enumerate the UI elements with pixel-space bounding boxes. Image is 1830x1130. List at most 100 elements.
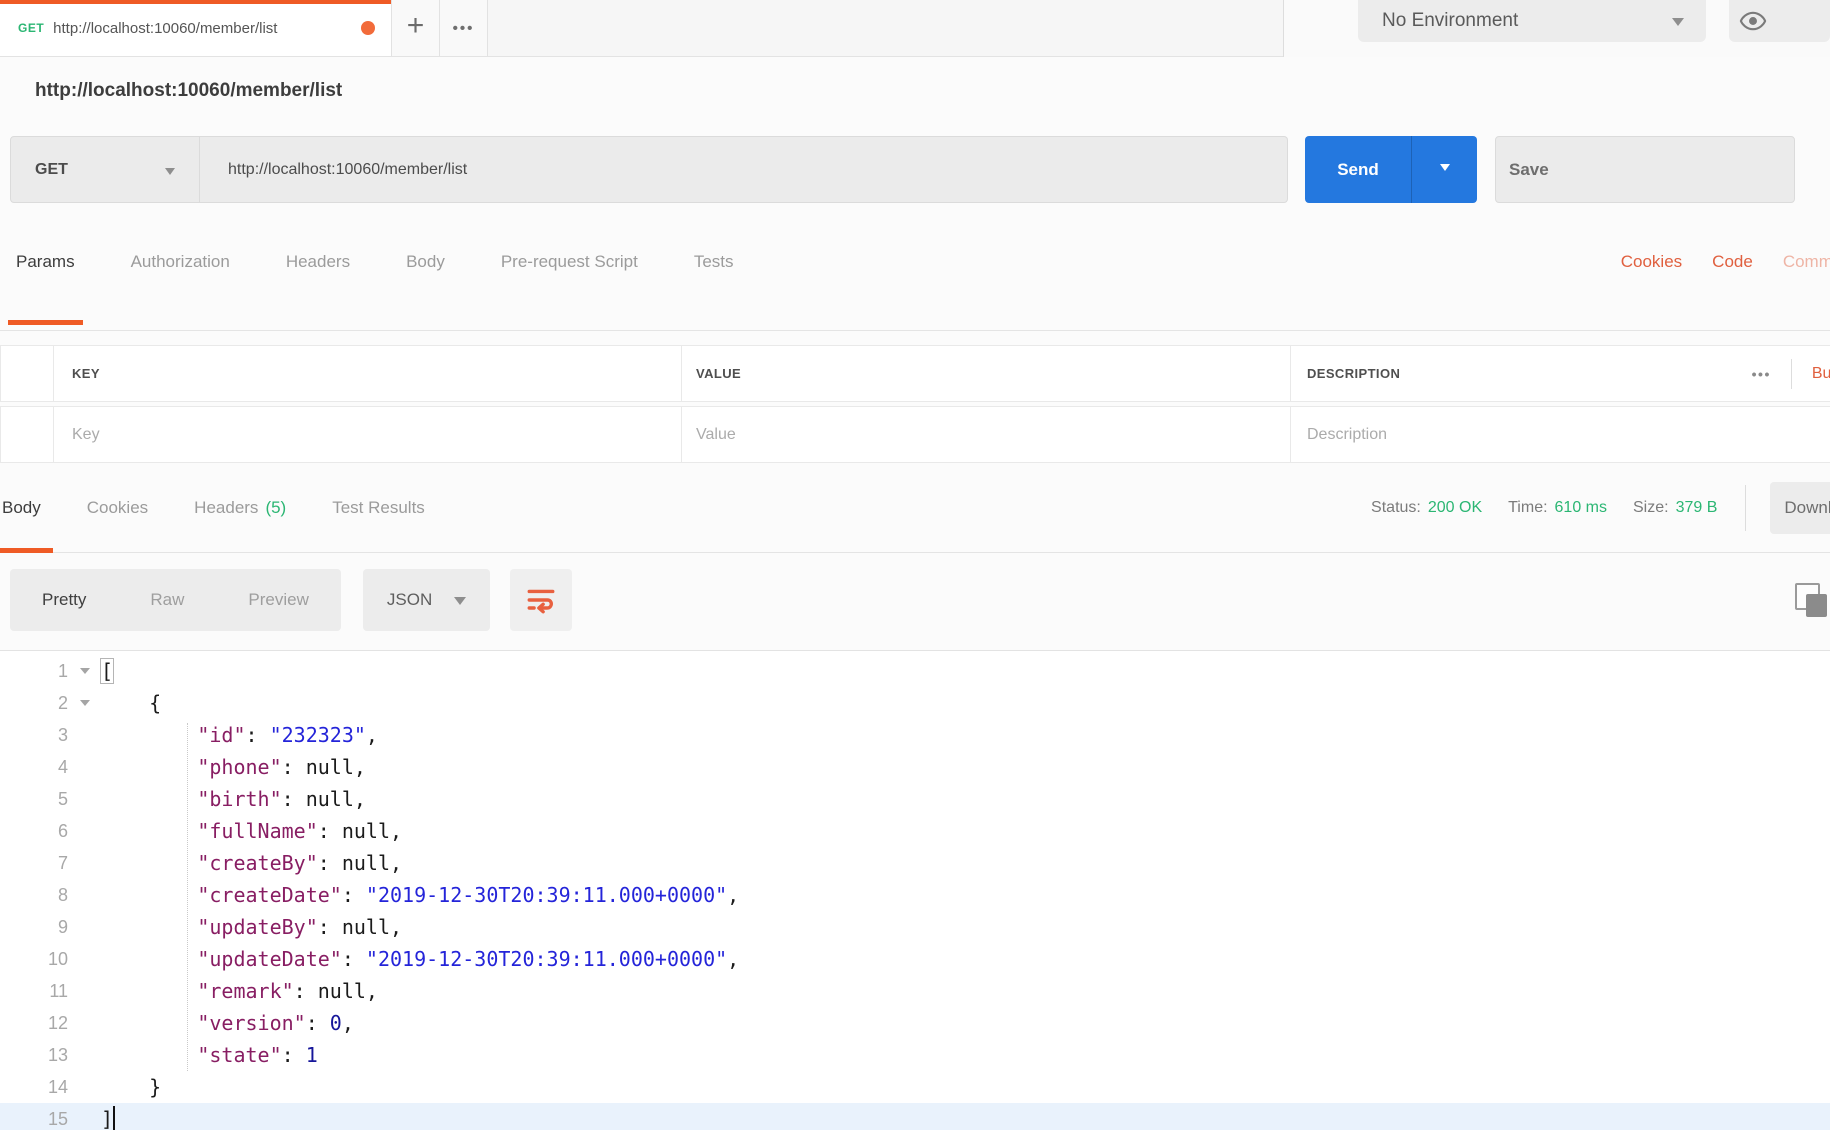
mode-raw[interactable]: Raw <box>118 590 216 610</box>
tab-tests[interactable]: Tests <box>694 252 734 325</box>
tab-headers[interactable]: Headers <box>286 252 350 325</box>
status-label: Status: <box>1371 498 1421 516</box>
send-button[interactable]: Send <box>1305 136 1477 203</box>
response-body-editor[interactable]: 1[2 {3 "id": "232323", 4 "phone": null, 5 … <box>0 650 1830 1130</box>
tab-url-label: http://localhost:10060/member/list <box>53 19 278 37</box>
code-text: "updateDate": "2019-12-30T20:39:11.000+0… <box>197 947 740 971</box>
code-line: 11 "remark": null, <box>0 975 1830 1007</box>
line-number: 12 <box>47 1013 68 1033</box>
code-text: "phone": null, <box>197 755 366 779</box>
status-value: 200 OK <box>1427 498 1483 516</box>
code-text: "id": "232323", <box>197 723 378 747</box>
params-header-row: KEY VALUE DESCRIPTION ••• Bulk Edit <box>0 345 1830 402</box>
request-tabs: Params Authorization Headers Body Pre-re… <box>0 203 1830 331</box>
line-number: 5 <box>57 789 68 809</box>
code-text: "createBy": null, <box>197 851 403 875</box>
tab-pre-request-script[interactable]: Pre-request Script <box>501 252 638 325</box>
fold-gutter <box>68 975 101 1007</box>
view-mode-group: Pretty Raw Preview <box>10 569 341 631</box>
bulk-edit-link[interactable]: Bulk Edit <box>1812 365 1830 383</box>
environment-preview-button[interactable] <box>1729 0 1830 42</box>
wrap-text-button[interactable] <box>510 569 573 631</box>
code-line: 9 "updateBy": null, <box>0 911 1830 943</box>
download-button[interactable]: Download <box>1770 481 1830 534</box>
chevron-down-icon <box>1672 17 1685 32</box>
code-line: 14 } <box>0 1071 1830 1103</box>
fold-caret-icon <box>79 668 90 679</box>
tab-authorization[interactable]: Authorization <box>131 252 230 325</box>
chevron-down-icon <box>165 167 175 180</box>
code-text: [ <box>101 659 114 683</box>
code-line: 10 "updateDate": "2019-12-30T20:39:11.00… <box>0 943 1830 975</box>
fold-gutter <box>68 1007 101 1039</box>
tab-body[interactable]: Body <box>406 252 445 325</box>
mode-preview[interactable]: Preview <box>216 590 340 610</box>
code-text: "fullName": null, <box>197 819 403 843</box>
unsaved-dot-icon <box>361 21 375 35</box>
line-number: 10 <box>47 949 68 969</box>
description-input[interactable] <box>1307 425 1804 444</box>
divider <box>1790 358 1792 389</box>
indent-guide <box>187 723 188 1071</box>
request-tab[interactable]: GET http://localhost:10060/member/list <box>0 0 392 56</box>
row-handle-cell[interactable] <box>0 406 54 463</box>
code-line: 5 "birth": null, <box>0 783 1830 815</box>
fold-toggle[interactable] <box>68 655 101 687</box>
description-column-header: DESCRIPTION <box>1307 366 1401 381</box>
code-link[interactable]: Code <box>1712 252 1753 272</box>
code-line: 8 "createDate": "2019-12-30T20:39:11.000… <box>0 879 1830 911</box>
fold-gutter <box>68 879 101 911</box>
ellipsis-icon: ••• <box>452 19 475 37</box>
method-select[interactable]: GET <box>10 136 200 203</box>
time-label: Time: <box>1508 498 1548 516</box>
fold-gutter <box>68 719 101 751</box>
environment-select[interactable]: No Environment <box>1358 0 1707 42</box>
copy-response-button[interactable] <box>1795 583 1827 617</box>
code-lines: 1[2 {3 "id": "232323", 4 "phone": null, 5 … <box>0 655 1830 1130</box>
response-tab-headers[interactable]: Headers (5) <box>194 463 286 552</box>
tab-options-button[interactable]: ••• <box>440 0 488 56</box>
mode-pretty[interactable]: Pretty <box>10 590 118 610</box>
response-tab-test-results[interactable]: Test Results <box>332 463 425 552</box>
value-input[interactable] <box>696 425 1261 444</box>
code-text: "updateBy": null, <box>197 915 403 939</box>
fold-gutter <box>68 911 101 943</box>
url-input[interactable] <box>200 136 1288 203</box>
code-text: "remark": null, <box>197 979 378 1003</box>
send-options-button[interactable] <box>1411 136 1477 203</box>
fold-toggle[interactable] <box>68 687 101 719</box>
line-number: 2 <box>57 693 68 713</box>
wrap-text-icon <box>527 589 555 614</box>
response-tab-body[interactable]: Body <box>0 463 53 553</box>
environment-label: No Environment <box>1382 9 1519 31</box>
response-viewer-toolbar: Pretty Raw Preview JSON <box>10 569 1830 631</box>
row-handle-cell <box>0 345 54 402</box>
new-tab-button[interactable]: + <box>392 0 440 56</box>
tab-params[interactable]: Params <box>8 252 83 325</box>
fold-gutter <box>68 1103 101 1130</box>
request-links: Cookies Code Comments <box>1591 252 1830 272</box>
cookies-link[interactable]: Cookies <box>1621 252 1682 272</box>
tab-strip: GET http://localhost:10060/member/list +… <box>0 0 1830 57</box>
save-button[interactable]: Save <box>1495 136 1795 203</box>
description-header-cell: DESCRIPTION ••• Bulk Edit <box>1290 345 1830 402</box>
request-builder-bar: GET Send Save <box>10 136 1830 203</box>
line-number: 9 <box>57 917 68 937</box>
key-input[interactable] <box>72 425 651 444</box>
line-number: 8 <box>57 885 68 905</box>
params-more-icon[interactable]: ••• <box>1752 366 1771 382</box>
key-header-cell: KEY <box>53 345 682 402</box>
line-number: 13 <box>47 1045 68 1065</box>
size-value: 379 B <box>1675 498 1718 516</box>
method-label: GET <box>35 160 68 178</box>
response-tab-cookies[interactable]: Cookies <box>87 463 148 552</box>
code-text: "state": 1 <box>197 1043 318 1067</box>
code-line: 12 "version": 0, <box>0 1007 1830 1039</box>
send-label[interactable]: Send <box>1305 136 1411 203</box>
language-label: JSON <box>386 590 433 609</box>
code-line: 13 "state": 1 <box>0 1039 1830 1071</box>
key-column-header: KEY <box>72 366 100 381</box>
comments-link[interactable]: Comments <box>1783 252 1830 272</box>
params-header-tools: ••• Bulk Edit <box>1752 358 1830 389</box>
language-select[interactable]: JSON <box>362 569 491 631</box>
